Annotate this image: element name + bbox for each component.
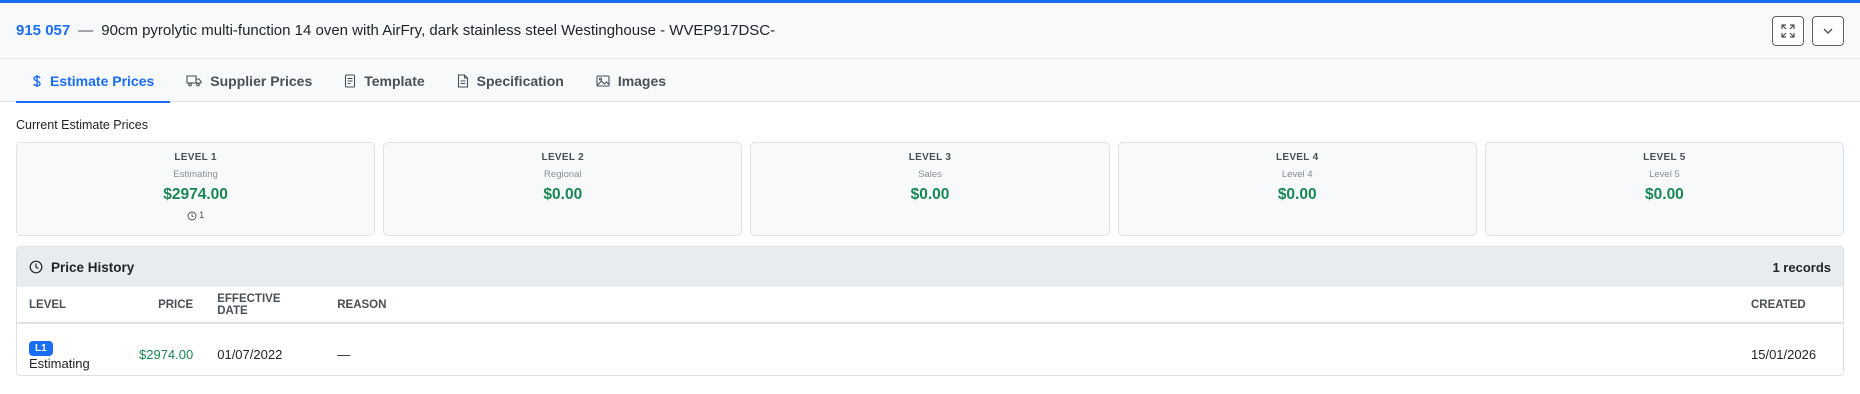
dollar-icon [33,74,41,87]
clock-icon [187,211,197,220]
image-icon [596,74,610,87]
col-price: PRICE [127,287,206,324]
history-clock-icon [29,260,43,274]
tab-label: Estimate Prices [50,72,155,89]
col-effective-date: EFFECTIVE DATE [205,287,326,324]
tab-estimate-prices[interactable]: Estimate Prices [16,59,171,103]
level-badge: L1 [29,340,53,356]
tab-images[interactable]: Images [580,59,682,102]
level-amount: $0.00 [1645,186,1684,203]
level-card-3: LEVEL 3 Sales $0.00 [750,142,1110,236]
truck-icon [186,75,202,87]
tab-label: Specification [476,72,564,89]
document-icon [345,73,356,88]
level-card-4: LEVEL 4 Level 4 $0.00 [1117,142,1477,236]
effective-date-cell: 01/07/2022 [217,347,283,362]
level-card-1: LEVEL 1 Estimating $2974.00 1 [16,142,376,236]
level-amount: $0.00 [910,186,950,203]
collapse-button[interactable] [1812,16,1844,46]
product-title: 90cm pyrolytic multi-function 14 oven wi… [101,22,776,39]
tab-supplier-prices[interactable]: Supplier Prices [170,59,328,102]
level-name: Regional [544,169,582,180]
chevron-down-icon [1823,28,1833,34]
level-name: Level 5 [1649,169,1680,180]
level-title: LEVEL 1 [174,152,217,163]
level-amount: $2974.00 [163,186,228,203]
price-history-header[interactable]: Price History 1 records [17,247,1843,287]
product-code[interactable]: 915 057 [16,22,70,39]
col-created: CREATED [1739,287,1843,324]
level-amount: $0.00 [543,186,583,203]
created-cell: 15/01/2026 [1751,347,1817,362]
tab-label: Template [364,72,425,89]
tab-label: Supplier Prices [210,72,313,89]
price-history-panel: Price History 1 records LEVEL PRICE EFFE… [16,246,1844,376]
table-row: L1 Estimating $2974.00 01/07/2022 — 15/0… [17,323,1843,375]
records-count: 1 records [1772,259,1831,275]
level-title: LEVEL 2 [541,152,585,163]
level-cell: L1 Estimating [17,323,127,375]
product-header: 915 057 — 90cm pyrolytic multi-function … [0,3,1860,59]
price-history-title: Price History [51,259,135,275]
tab-label: Images [617,72,667,89]
table-header-row: LEVEL PRICE EFFECTIVE DATE REASON CREATE… [17,287,1843,324]
level-card-5: LEVEL 5 Level 5 $0.00 [1484,142,1845,236]
tab-bar: Estimate Prices Supplier Prices Template… [0,59,1860,103]
expand-button[interactable] [1772,16,1804,46]
level-name: Sales [918,169,942,180]
current-prices-label: Current Estimate Prices [16,118,148,132]
expand-icon [1781,24,1795,38]
reason-cell: — [337,347,351,362]
col-reason: REASON [325,287,1739,324]
level-cards: LEVEL 1 Estimating $2974.00 1 LEVEL 2 Re… [0,142,1860,236]
tab-specification[interactable]: Specification [441,59,580,102]
file-text-icon [457,73,468,88]
title-separator: — [78,22,94,39]
level-amount: $0.00 [1277,186,1317,203]
history-count: 1 [17,210,374,221]
level-card-2: LEVEL 2 Regional $0.00 [383,142,743,236]
price-history-table: LEVEL PRICE EFFECTIVE DATE REASON CREATE… [17,287,1843,375]
tab-template[interactable]: Template [328,59,440,102]
price-cell: $2974.00 [139,347,194,362]
level-name: Estimating [173,169,218,180]
level-title: LEVEL 4 [1275,152,1319,163]
level-cell-name: Estimating [29,355,90,371]
level-title: LEVEL 3 [908,152,952,163]
history-count-value: 1 [198,210,205,221]
level-name: Level 4 [1281,169,1313,180]
level-title: LEVEL 5 [1643,152,1686,163]
col-level: LEVEL [17,287,127,324]
